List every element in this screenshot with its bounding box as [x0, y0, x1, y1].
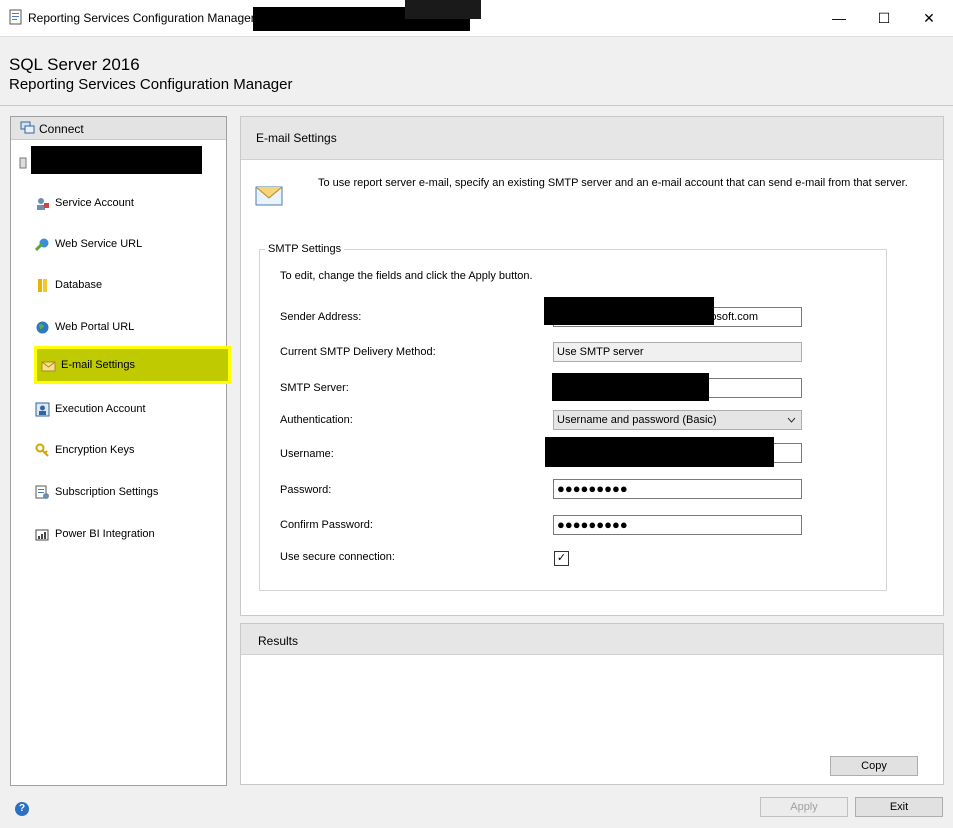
nav-item-label: Subscription Settings — [55, 486, 159, 498]
nav-item-label: Execution Account — [55, 403, 146, 415]
secure-connection-checkbox[interactable]: ✓ — [554, 551, 569, 566]
password-label: Password: — [280, 484, 332, 496]
password-field[interactable]: ●●●●●●●●● — [553, 479, 802, 499]
instruction-text: To edit, change the fields and click the… — [280, 270, 533, 282]
subscription-icon — [35, 485, 49, 499]
redacted-server-name — [31, 146, 202, 174]
results-header: Results — [241, 624, 943, 655]
delivery-method-field: Use SMTP server — [553, 342, 802, 362]
title-bar: Reporting Services Configuration Manager… — [0, 0, 953, 37]
nav-item-label: Web Portal URL — [55, 321, 135, 333]
envelope-icon — [255, 186, 283, 206]
intro-text: To use report server e-mail, specify an … — [318, 177, 908, 189]
app-header: SQL Server 2016 Reporting Services Confi… — [0, 37, 953, 106]
redacted-sender — [544, 297, 714, 325]
nav-item-label: Encryption Keys — [55, 444, 135, 456]
close-button[interactable]: ✕ — [906, 0, 952, 36]
sender-address-value: osoft.com — [710, 311, 758, 323]
nav-item-email-settings[interactable]: E-mail Settings — [34, 346, 231, 384]
copy-button[interactable]: Copy — [830, 756, 918, 776]
web-service-icon — [35, 238, 49, 251]
service-account-icon — [37, 197, 49, 210]
nav-item-label: E-mail Settings — [61, 359, 135, 371]
key-icon — [35, 443, 49, 457]
panel-header: E-mail Settings — [241, 117, 943, 160]
nav-item-encryption-keys[interactable]: Encryption Keys — [31, 438, 231, 462]
app-icon — [9, 9, 22, 25]
panel-title: E-mail Settings — [256, 131, 337, 145]
app-subtitle: Reporting Services Configuration Manager — [9, 76, 293, 93]
smtp-settings-group: SMTP Settings To edit, change the fields… — [259, 243, 887, 591]
nav-item-database[interactable]: Database — [31, 273, 231, 297]
nav-item-label: Web Service URL — [55, 238, 143, 250]
nav-item-label: Power BI Integration — [55, 528, 155, 540]
email-icon — [41, 361, 56, 371]
overlay-toolbar — [405, 0, 481, 19]
confirm-password-field[interactable]: ●●●●●●●●● — [553, 515, 802, 535]
smtp-server-label: SMTP Server: — [280, 382, 349, 394]
nav-item-execution-account[interactable]: Execution Account — [31, 397, 231, 421]
results-title: Results — [258, 634, 299, 648]
apply-button[interactable]: Apply — [760, 797, 848, 817]
results-panel: Results Copy — [240, 623, 944, 785]
maximize-button[interactable]: ☐ — [861, 0, 907, 36]
authentication-label: Authentication: — [280, 414, 353, 426]
nav-item-power-bi-integration[interactable]: Power BI Integration — [31, 522, 231, 546]
exit-button[interactable]: Exit — [855, 797, 943, 817]
product-title: SQL Server 2016 — [9, 55, 140, 74]
navigation-pane: Connect Service Account Web Service URL … — [10, 116, 231, 786]
authentication-value: Username and password (Basic) — [557, 414, 717, 426]
nav-item-web-service-url[interactable]: Web Service URL — [31, 232, 231, 256]
connect-label: Connect — [39, 122, 84, 136]
chevron-down-icon — [787, 417, 796, 423]
connect-icon — [20, 121, 35, 134]
sender-address-label: Sender Address: — [280, 311, 362, 323]
nav-item-label: Service Account — [55, 197, 134, 209]
username-label: Username: — [280, 448, 334, 460]
confirm-password-label: Confirm Password: — [280, 519, 373, 531]
nav-item-service-account[interactable]: Service Account — [31, 191, 231, 215]
authentication-select[interactable]: Username and password (Basic) — [553, 410, 802, 430]
smtp-settings-legend: SMTP Settings — [265, 243, 345, 255]
execution-account-icon — [35, 402, 50, 416]
connect-button[interactable]: Connect — [11, 117, 226, 140]
window-title: Reporting Services Configuration Manager — [28, 11, 255, 25]
help-icon[interactable]: ? — [15, 802, 29, 816]
globe-icon — [36, 321, 49, 333]
secure-connection-label: Use secure connection: — [280, 551, 395, 563]
nav-item-web-portal-url[interactable]: Web Portal URL — [31, 315, 231, 339]
redacted-username — [545, 437, 774, 467]
email-settings-panel: E-mail Settings To use report server e-m… — [240, 116, 944, 616]
nav-item-subscription-settings[interactable]: Subscription Settings — [31, 480, 231, 504]
powerbi-icon — [35, 529, 49, 540]
delivery-method-label: Current SMTP Delivery Method: — [280, 346, 436, 358]
server-icon — [19, 157, 27, 169]
redacted-server — [552, 373, 709, 401]
minimize-button[interactable]: — — [816, 0, 862, 36]
nav-item-label: Database — [55, 279, 103, 291]
database-icon — [38, 278, 47, 292]
